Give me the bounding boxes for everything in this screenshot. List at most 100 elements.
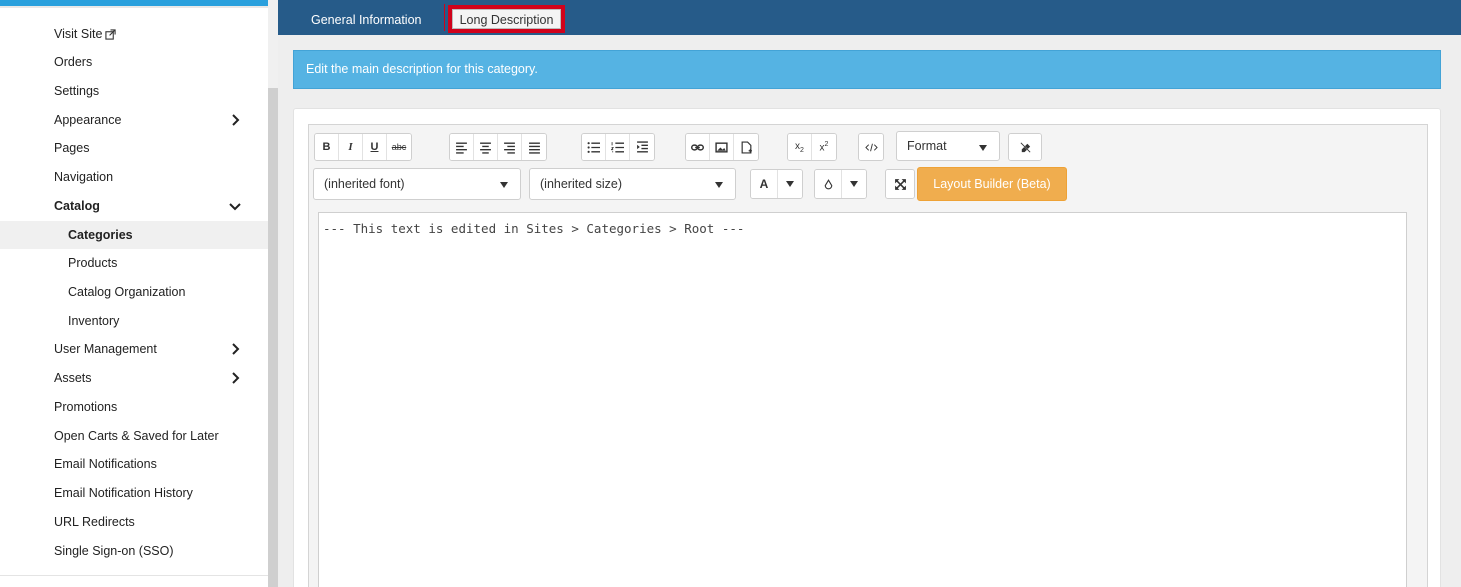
align-center-icon[interactable] [474,134,498,160]
image-icon[interactable] [710,134,734,160]
sidebar-item-navigation[interactable]: Navigation [0,163,268,191]
main-content: General Information Long Description Edi… [278,0,1461,587]
sidebar-item-label: Open Carts & Saved for Later [54,429,219,443]
caret-down-icon [850,181,858,187]
caret-down-icon [500,182,508,188]
sidebar-item-open-carts[interactable]: Open Carts & Saved for Later [0,422,268,450]
sidebar-item-label: Navigation [54,170,114,184]
sidebar-nav: Visit Site Orders Settings Appearance Pa… [0,0,268,587]
chevron-right-icon [232,343,240,355]
underline-button[interactable]: U [363,134,387,160]
sidebar-item-inventory[interactable]: Inventory [0,307,268,335]
indent-icon[interactable] [630,134,654,160]
code-group [858,133,884,161]
fullscreen-group [885,169,915,199]
tab-divider [444,4,445,31]
chevron-right-icon [232,114,240,126]
italic-button[interactable]: I [339,134,363,160]
align-group [449,133,547,161]
strikethrough-button[interactable]: abc [387,134,411,160]
text-style-group: B I U abc [314,133,412,161]
clear-format-group [1008,133,1042,161]
tab-general-information[interactable]: General Information [311,8,421,32]
chevron-right-icon [232,372,240,384]
align-left-icon[interactable] [450,134,474,160]
sidebar-item-email-notification-history[interactable]: Email Notification History [0,479,268,507]
sidebar-item-label: Email Notification History [54,486,193,500]
sidebar-item-catalog[interactable]: Catalog [0,192,268,220]
rich-text-editor: B I U abc x2 x2 Format (inherited font) … [308,124,1428,587]
sidebar-item-url-redirects[interactable]: URL Redirects [0,508,268,536]
sidebar-item-label: Products [68,256,118,270]
sidebar-item-label: Single Sign-on (SSO) [54,544,174,558]
sidebar-item-label: Inventory [68,314,120,328]
sidebar-item-assets[interactable]: Assets [0,364,268,392]
paint-bucket-icon[interactable] [815,170,842,198]
code-view-icon[interactable] [859,134,883,160]
sidebar-item-pages[interactable]: Pages [0,134,268,162]
sidebar-item-label: Settings [54,84,100,98]
chevron-down-icon [229,203,241,211]
superscript-icon[interactable]: x2 [812,134,836,160]
sidebar-item-promotions[interactable]: Promotions [0,393,268,421]
sidebar-item-categories[interactable]: Categories [0,221,268,249]
font-color-caret[interactable] [778,170,802,198]
sidebar-item-label: Visit Site [54,27,103,41]
sidebar-item-email-notifications[interactable]: Email Notifications [0,450,268,478]
sidebar-item-label: Email Notifications [54,457,157,471]
sidebar-item-label: Appearance [54,113,122,127]
fullscreen-icon[interactable] [886,170,914,198]
format-dropdown-label: Format [907,139,947,153]
font-family-select[interactable]: (inherited font) [313,168,521,200]
editor-content-area[interactable]: --- This text is edited in Sites > Categ… [318,212,1407,587]
external-link-icon [105,28,117,40]
bold-button[interactable]: B [315,134,339,160]
sidebar-item-label: URL Redirects [54,515,135,529]
link-icon[interactable] [686,134,710,160]
caret-down-icon [786,181,794,187]
insert-group [685,133,759,161]
sidebar-item-label: Catalog [54,199,100,213]
font-family-select-value: (inherited font) [324,177,405,191]
layout-builder-button[interactable]: Layout Builder (Beta) [917,167,1067,201]
caret-down-icon [715,182,723,188]
eraser-icon[interactable] [1009,134,1041,160]
font-color-button[interactable]: A [751,170,778,198]
tab-long-description[interactable]: Long Description [448,5,565,33]
info-alert: Edit the main description for this categ… [293,50,1441,89]
font-size-select[interactable]: (inherited size) [529,168,736,200]
sidebar-item-orders[interactable]: Orders [0,48,268,76]
editor-panel: B I U abc x2 x2 Format (inherited font) … [293,108,1441,587]
sidebar-item-appearance[interactable]: Appearance [0,106,268,134]
subscript-icon[interactable]: x2 [788,134,812,160]
sidebar-divider [0,575,268,576]
sidebar-item-catalog-organization[interactable]: Catalog Organization [0,278,268,306]
list-group [581,133,655,161]
unordered-list-icon[interactable] [582,134,606,160]
tab-bar: General Information Long Description [278,0,1461,35]
align-right-icon[interactable] [498,134,522,160]
sidebar-item-settings[interactable]: Settings [0,77,268,105]
sidebar-item-label: Categories [68,228,133,242]
sidebar-top-accent [0,0,268,8]
align-justify-icon[interactable] [522,134,546,160]
sidebar-item-sso[interactable]: Single Sign-on (SSO) [0,537,268,565]
font-size-select-value: (inherited size) [540,177,622,191]
sidebar-item-label: Assets [54,371,92,385]
tab-long-description-label: Long Description [452,9,561,29]
sidebar-item-label: Orders [54,55,93,69]
ordered-list-icon[interactable] [606,134,630,160]
sidebar-item-label: User Management [54,342,157,356]
script-group: x2 x2 [787,133,837,161]
editor-content-text: --- This text is edited in Sites > Categ… [323,221,745,236]
highlight-color-group [814,169,867,199]
insert-file-icon[interactable] [734,134,758,160]
sidebar-item-products[interactable]: Products [0,249,268,277]
sidebar-item-label: Catalog Organization [68,285,186,299]
font-color-group: A [750,169,803,199]
sidebar-item-visit-site[interactable]: Visit Site [0,20,268,48]
highlight-color-caret[interactable] [842,170,866,198]
format-dropdown[interactable]: Format [896,131,1000,161]
sidebar-item-user-management[interactable]: User Management [0,335,268,363]
sidebar-scrollbar-thumb[interactable] [268,88,278,587]
